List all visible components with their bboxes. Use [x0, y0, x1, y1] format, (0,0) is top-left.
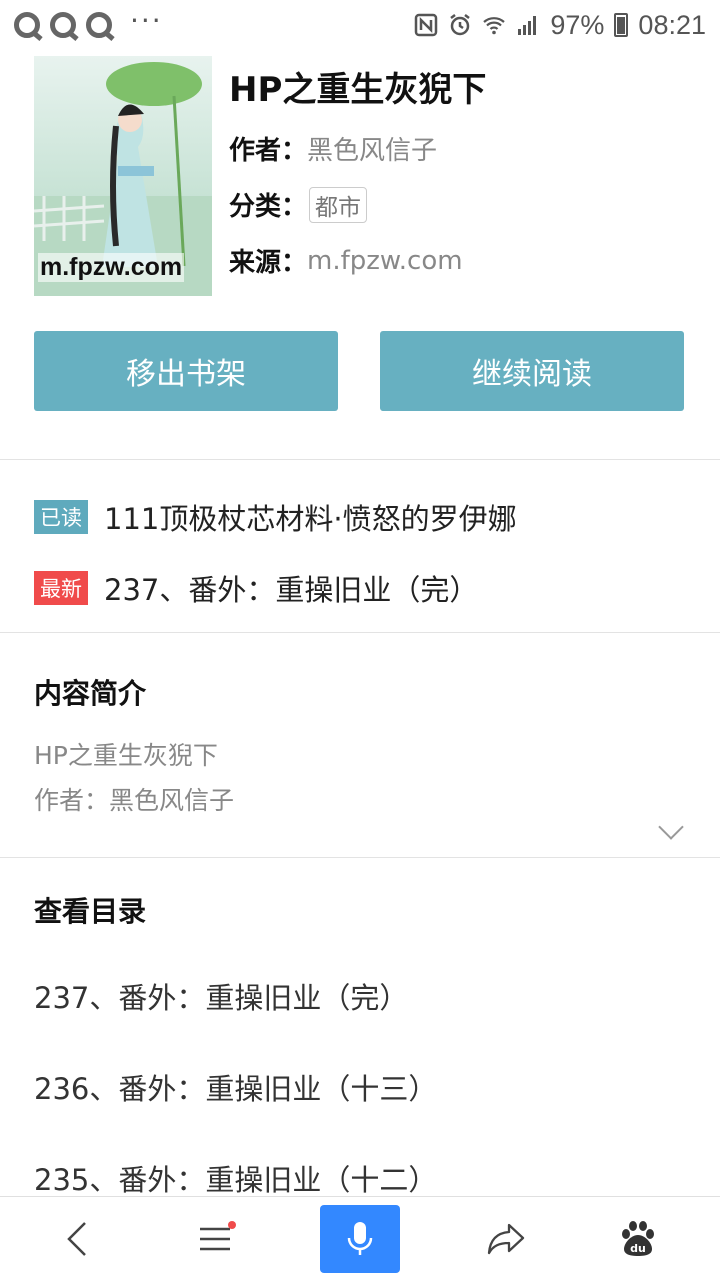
menu-icon — [200, 1221, 236, 1251]
read-badge: 已读 — [34, 500, 88, 534]
qq-notification-icon — [14, 12, 40, 38]
share-icon — [487, 1223, 525, 1255]
wifi-icon — [483, 17, 506, 35]
intro-heading: 内容简介 — [34, 677, 147, 710]
intro-line: HP之重生灰猊下 — [34, 741, 218, 770]
intro-text: HP之重生灰猊下 作者：黑色风信子 — [34, 733, 234, 823]
menu-button[interactable] — [176, 1197, 256, 1281]
qq-notification-icon — [86, 12, 112, 38]
divider — [0, 857, 720, 858]
alarm-icon — [450, 14, 471, 36]
last-read-row[interactable]: 已读 111顶极杖芯材料·愤怒的罗伊娜 — [34, 496, 517, 538]
remove-from-shelf-button[interactable]: 移出书架 — [34, 331, 338, 411]
author-label: 作者： — [229, 136, 308, 166]
voice-search-button[interactable] — [320, 1205, 400, 1273]
author-name[interactable]: 黑色风信子 — [307, 130, 437, 167]
baidu-paw-icon: du — [622, 1221, 654, 1256]
last-read-chapter: 111顶极杖芯材料·愤怒的罗伊娜 — [104, 502, 517, 536]
status-bar: ··· 97% 08:21 — [0, 0, 720, 50]
clock: 08:21 — [638, 9, 706, 40]
divider — [0, 632, 720, 633]
qq-notification-icon — [50, 12, 76, 38]
toc-item[interactable]: 235、番外：重操旧业（十二） — [34, 1157, 437, 1199]
nfc-icon — [415, 13, 438, 37]
latest-chapter-row[interactable]: 最新 237、番外：重操旧业（完） — [34, 567, 478, 609]
mic-icon — [347, 1222, 373, 1255]
book-cover[interactable]: m.fpzw.com — [34, 56, 212, 296]
expand-chevron-icon[interactable] — [658, 814, 684, 840]
book-info: m.fpzw.com HP之重生灰猊下 作者： 黑色风信子 分类： 都市 来源：… — [0, 56, 720, 306]
status-right: 97% 08:21 — [414, 10, 706, 41]
source-row: 来源： m.fpzw.com — [229, 242, 463, 279]
toc-item[interactable]: 236、番外：重操旧业（十三） — [34, 1066, 437, 1108]
back-button[interactable] — [38, 1197, 118, 1281]
svg-text:du: du — [630, 1242, 646, 1255]
share-button[interactable] — [466, 1197, 546, 1281]
latest-badge: 最新 — [34, 571, 88, 605]
divider — [0, 459, 720, 460]
author-row: 作者： 黑色风信子 — [229, 130, 437, 167]
source-label: 来源： — [229, 248, 308, 278]
bottom-toolbar: du — [0, 1196, 720, 1280]
source-link[interactable]: m.fpzw.com — [307, 246, 463, 276]
baidu-home-button[interactable]: du — [598, 1197, 678, 1281]
toc-item[interactable]: 237、番外：重操旧业（完） — [34, 975, 408, 1017]
battery-icon — [614, 13, 629, 37]
battery-percent: 97% — [550, 9, 605, 40]
category-tag[interactable]: 都市 — [309, 186, 368, 223]
toc-heading[interactable]: 查看目录 — [34, 890, 146, 930]
book-title: HP之重生灰猊下 — [229, 70, 487, 110]
more-notifications-icon: ··· — [130, 3, 163, 37]
intro-line: 作者：黑色风信子 — [34, 786, 235, 815]
status-left: ··· — [14, 4, 163, 38]
back-icon — [67, 1222, 86, 1256]
latest-chapter: 237、番外：重操旧业（完） — [104, 573, 479, 607]
category-label: 分类： — [229, 192, 308, 222]
continue-reading-button[interactable]: 继续阅读 — [380, 331, 684, 411]
signal-icon — [518, 16, 537, 35]
cover-watermark: m.fpzw.com — [38, 253, 185, 282]
category-row: 分类： 都市 — [229, 186, 368, 223]
